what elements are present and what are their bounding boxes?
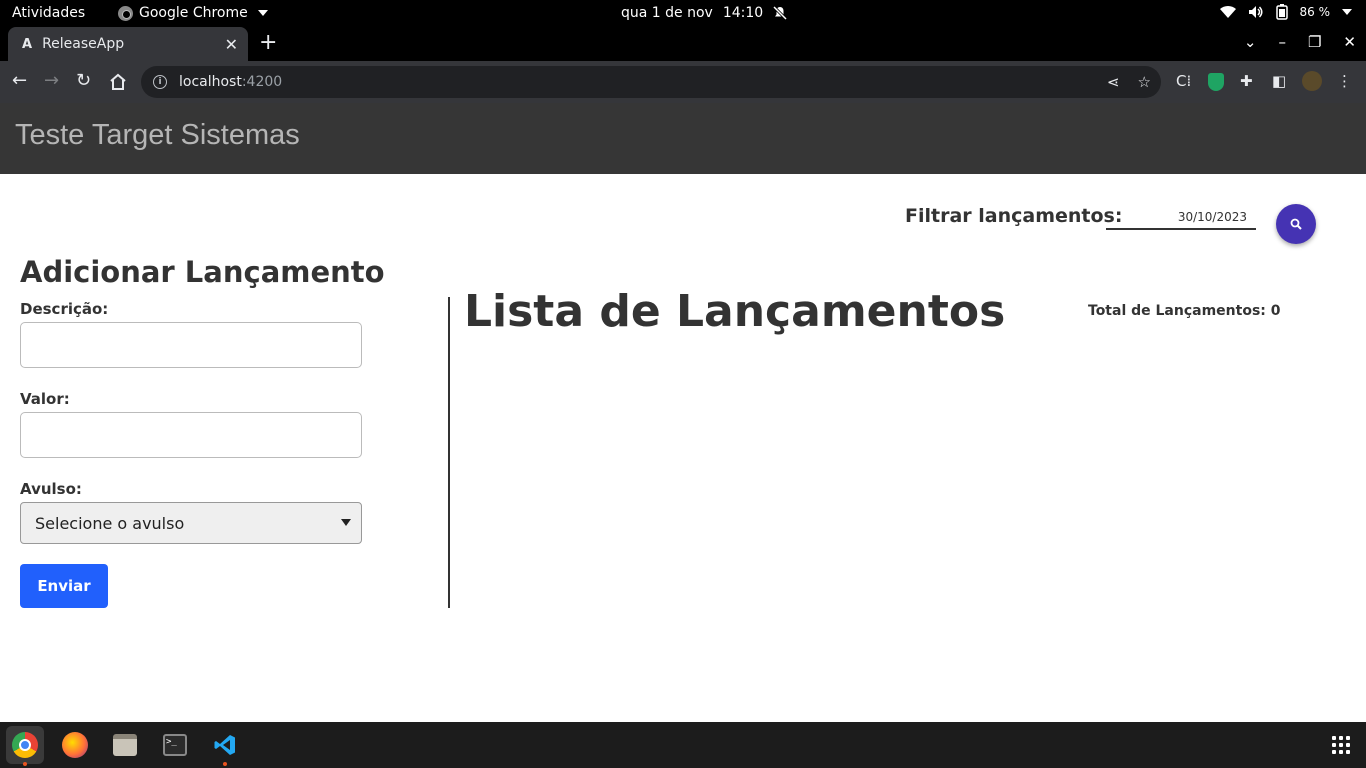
tab-strip: A ReleaseApp ✕ + ⌄ – ❐ ✕ — [0, 27, 1366, 61]
chrome-icon — [12, 732, 38, 758]
wifi-icon — [1219, 5, 1236, 19]
running-indicator — [23, 762, 27, 766]
running-indicator — [223, 762, 227, 766]
dock-chrome[interactable] — [6, 726, 44, 766]
browser-toolbar: ← → ↻ i localhost:4200 ⋖ ☆ C⁞ ✚ ◧ ⋮ — [0, 61, 1366, 103]
avulso-label: Avulso: — [20, 480, 82, 498]
dock-files[interactable] — [106, 726, 144, 764]
app-menu[interactable]: Google Chrome — [118, 5, 268, 21]
menu-dots-icon[interactable]: ⋮ — [1337, 72, 1352, 90]
chevron-down-icon — [341, 519, 351, 526]
activities-button[interactable]: Atividades — [12, 5, 85, 21]
side-panel-icon[interactable]: ◧ — [1272, 72, 1286, 90]
minimize-icon[interactable]: – — [1278, 33, 1286, 51]
vscode-icon — [214, 735, 235, 755]
home-icon[interactable] — [109, 73, 127, 91]
app-header: Teste Target Sistemas — [0, 103, 1366, 174]
clock[interactable]: qua 1 de nov 14:10 — [621, 5, 788, 21]
window-controls: ⌄ – ❐ ✕ — [1244, 33, 1356, 51]
app-brand: Teste Target Sistemas — [15, 119, 300, 151]
vertical-divider — [448, 297, 450, 608]
chrome-small-icon — [118, 5, 133, 21]
app-menu-label: Google Chrome — [139, 5, 248, 21]
site-info-icon[interactable]: i — [153, 75, 167, 89]
system-top-bar: Atividades Google Chrome qua 1 de nov 14… — [0, 0, 1366, 27]
value-input[interactable] — [20, 412, 362, 458]
avulso-selected-value: Selecione o avulso — [35, 513, 185, 533]
firefox-icon — [62, 732, 88, 758]
tab-title: ReleaseApp — [42, 36, 125, 52]
tab-search-icon[interactable]: ⌄ — [1244, 33, 1257, 51]
dock-terminal[interactable]: >_ — [156, 726, 194, 764]
back-icon[interactable]: ← — [12, 71, 27, 91]
extensions-puzzle-icon[interactable]: ✚ — [1240, 72, 1253, 90]
avulso-select[interactable]: Selecione o avulso — [20, 502, 362, 544]
search-button[interactable] — [1276, 204, 1316, 244]
list-title: Lista de Lançamentos — [464, 286, 1006, 337]
clock-time: 14:10 — [722, 5, 764, 21]
system-tray[interactable]: 86 % — [1219, 4, 1352, 20]
tab-releaseapp[interactable]: A ReleaseApp ✕ — [8, 27, 248, 61]
description-label: Descrição: — [20, 300, 109, 318]
dock-vscode[interactable] — [206, 726, 244, 766]
chevron-down-icon — [257, 10, 268, 16]
files-icon — [113, 734, 137, 756]
share-icon[interactable]: ⋖ — [1107, 73, 1120, 91]
extension-c-icon[interactable]: C⁞ — [1176, 72, 1191, 90]
address-bar[interactable]: i localhost:4200 ⋖ ☆ — [141, 66, 1161, 98]
shield-extension-icon[interactable] — [1208, 73, 1224, 91]
filter-date-input[interactable] — [1106, 206, 1256, 230]
volume-icon — [1248, 6, 1262, 18]
chevron-down-icon — [1342, 9, 1352, 15]
dock-firefox[interactable] — [56, 726, 94, 764]
close-icon[interactable]: ✕ — [225, 35, 238, 54]
restore-icon[interactable]: ❐ — [1308, 33, 1321, 51]
forward-icon[interactable]: → — [44, 71, 59, 91]
profile-avatar[interactable] — [1302, 71, 1322, 91]
bookmark-star-icon[interactable]: ☆ — [1138, 73, 1151, 91]
search-icon — [1290, 218, 1302, 230]
description-input[interactable] — [20, 322, 362, 368]
new-tab-icon[interactable]: + — [259, 32, 277, 54]
value-label: Valor: — [20, 390, 70, 408]
submit-button[interactable]: Enviar — [20, 564, 108, 608]
form-title: Adicionar Lançamento — [20, 255, 385, 289]
url-port: :4200 — [241, 74, 283, 90]
dock: >_ — [0, 722, 1366, 768]
app-grid-icon[interactable] — [1332, 736, 1350, 754]
reload-icon[interactable]: ↻ — [76, 71, 91, 91]
clock-date: qua 1 de nov — [621, 5, 713, 21]
filter-label: Filtrar lançamentos: — [905, 205, 1123, 227]
window-close-icon[interactable]: ✕ — [1343, 33, 1356, 51]
notifications-off-icon — [773, 6, 788, 20]
battery-icon — [1275, 4, 1288, 20]
terminal-icon: >_ — [163, 734, 187, 756]
battery-percent: 86 % — [1299, 5, 1331, 19]
total-count: Total de Lançamentos: 0 — [1088, 303, 1281, 319]
angular-favicon: A — [22, 36, 33, 52]
url-host: localhost — [179, 74, 242, 90]
